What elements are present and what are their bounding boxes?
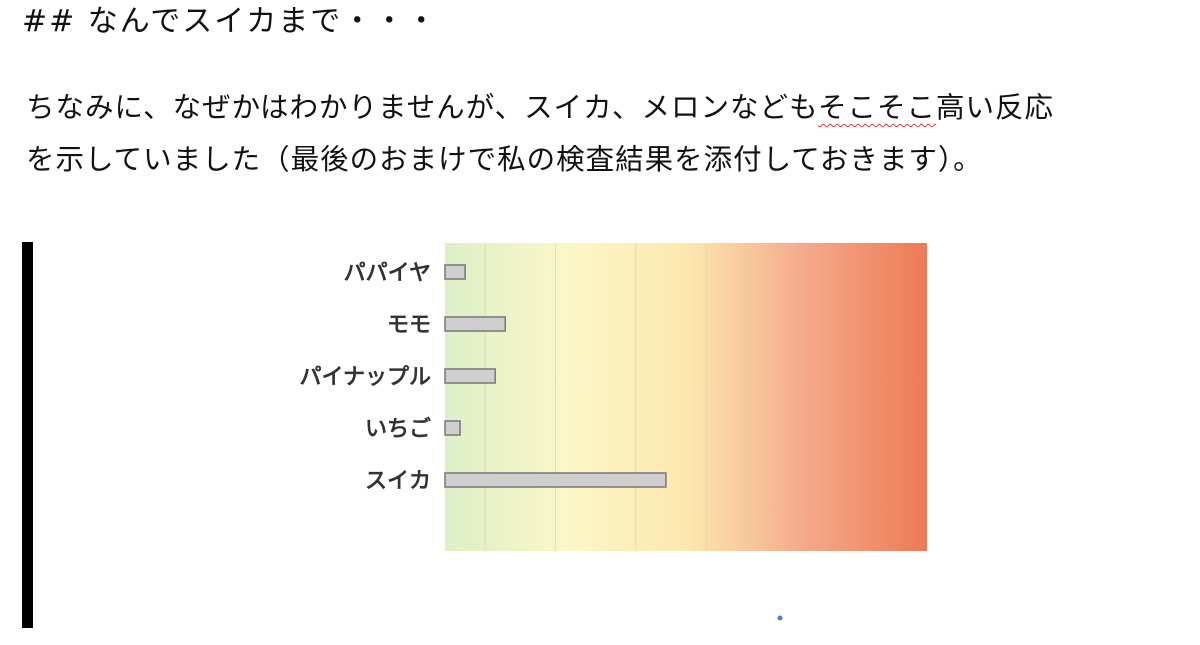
bar-0 bbox=[444, 264, 466, 280]
bar-2 bbox=[444, 368, 496, 384]
bar-chart-svg: パパイヤモモパイナップルいちごスイカ bbox=[299, 243, 927, 621]
paragraph-line-1-end: 高い反応 bbox=[935, 91, 1054, 124]
category-label-1: モモ bbox=[387, 313, 431, 338]
body-paragraph: ちなみに、なぜかはわかりませんが、スイカ、メロンなどもそこそこ高い反応 を示して… bbox=[26, 82, 1176, 186]
paragraph-line-1: ちなみに、なぜかはわかりませんが、スイカ、メロンなどもそこそこ高い反応 bbox=[26, 82, 1176, 134]
category-labels: パパイヤモモパイナップルいちごスイカ bbox=[299, 261, 431, 494]
paragraph-line-2: を示していました（最後のおまけで私の検査結果を添付しておきます）。 bbox=[26, 143, 983, 176]
bar-3 bbox=[444, 420, 461, 436]
plot-background bbox=[445, 243, 927, 551]
blockquote-bar bbox=[22, 242, 33, 628]
category-label-4: スイカ bbox=[365, 469, 431, 494]
bar-1 bbox=[444, 316, 506, 332]
section-heading: ## なんでスイカまで・・・ bbox=[22, 4, 439, 39]
paragraph-line-1-start: ちなみに、なぜかはわかりませんが、スイカ、メロンなども bbox=[26, 91, 818, 124]
category-label-2: パイナップル bbox=[299, 365, 431, 390]
allergy-chart: パパイヤモモパイナップルいちごスイカ bbox=[250, 240, 950, 640]
bar-4 bbox=[444, 472, 667, 488]
spellcheck-underlined-word: そこそこ bbox=[817, 91, 936, 124]
stray-dot bbox=[777, 615, 783, 621]
category-label-0: パパイヤ bbox=[344, 261, 431, 286]
category-label-3: いちご bbox=[365, 416, 431, 442]
